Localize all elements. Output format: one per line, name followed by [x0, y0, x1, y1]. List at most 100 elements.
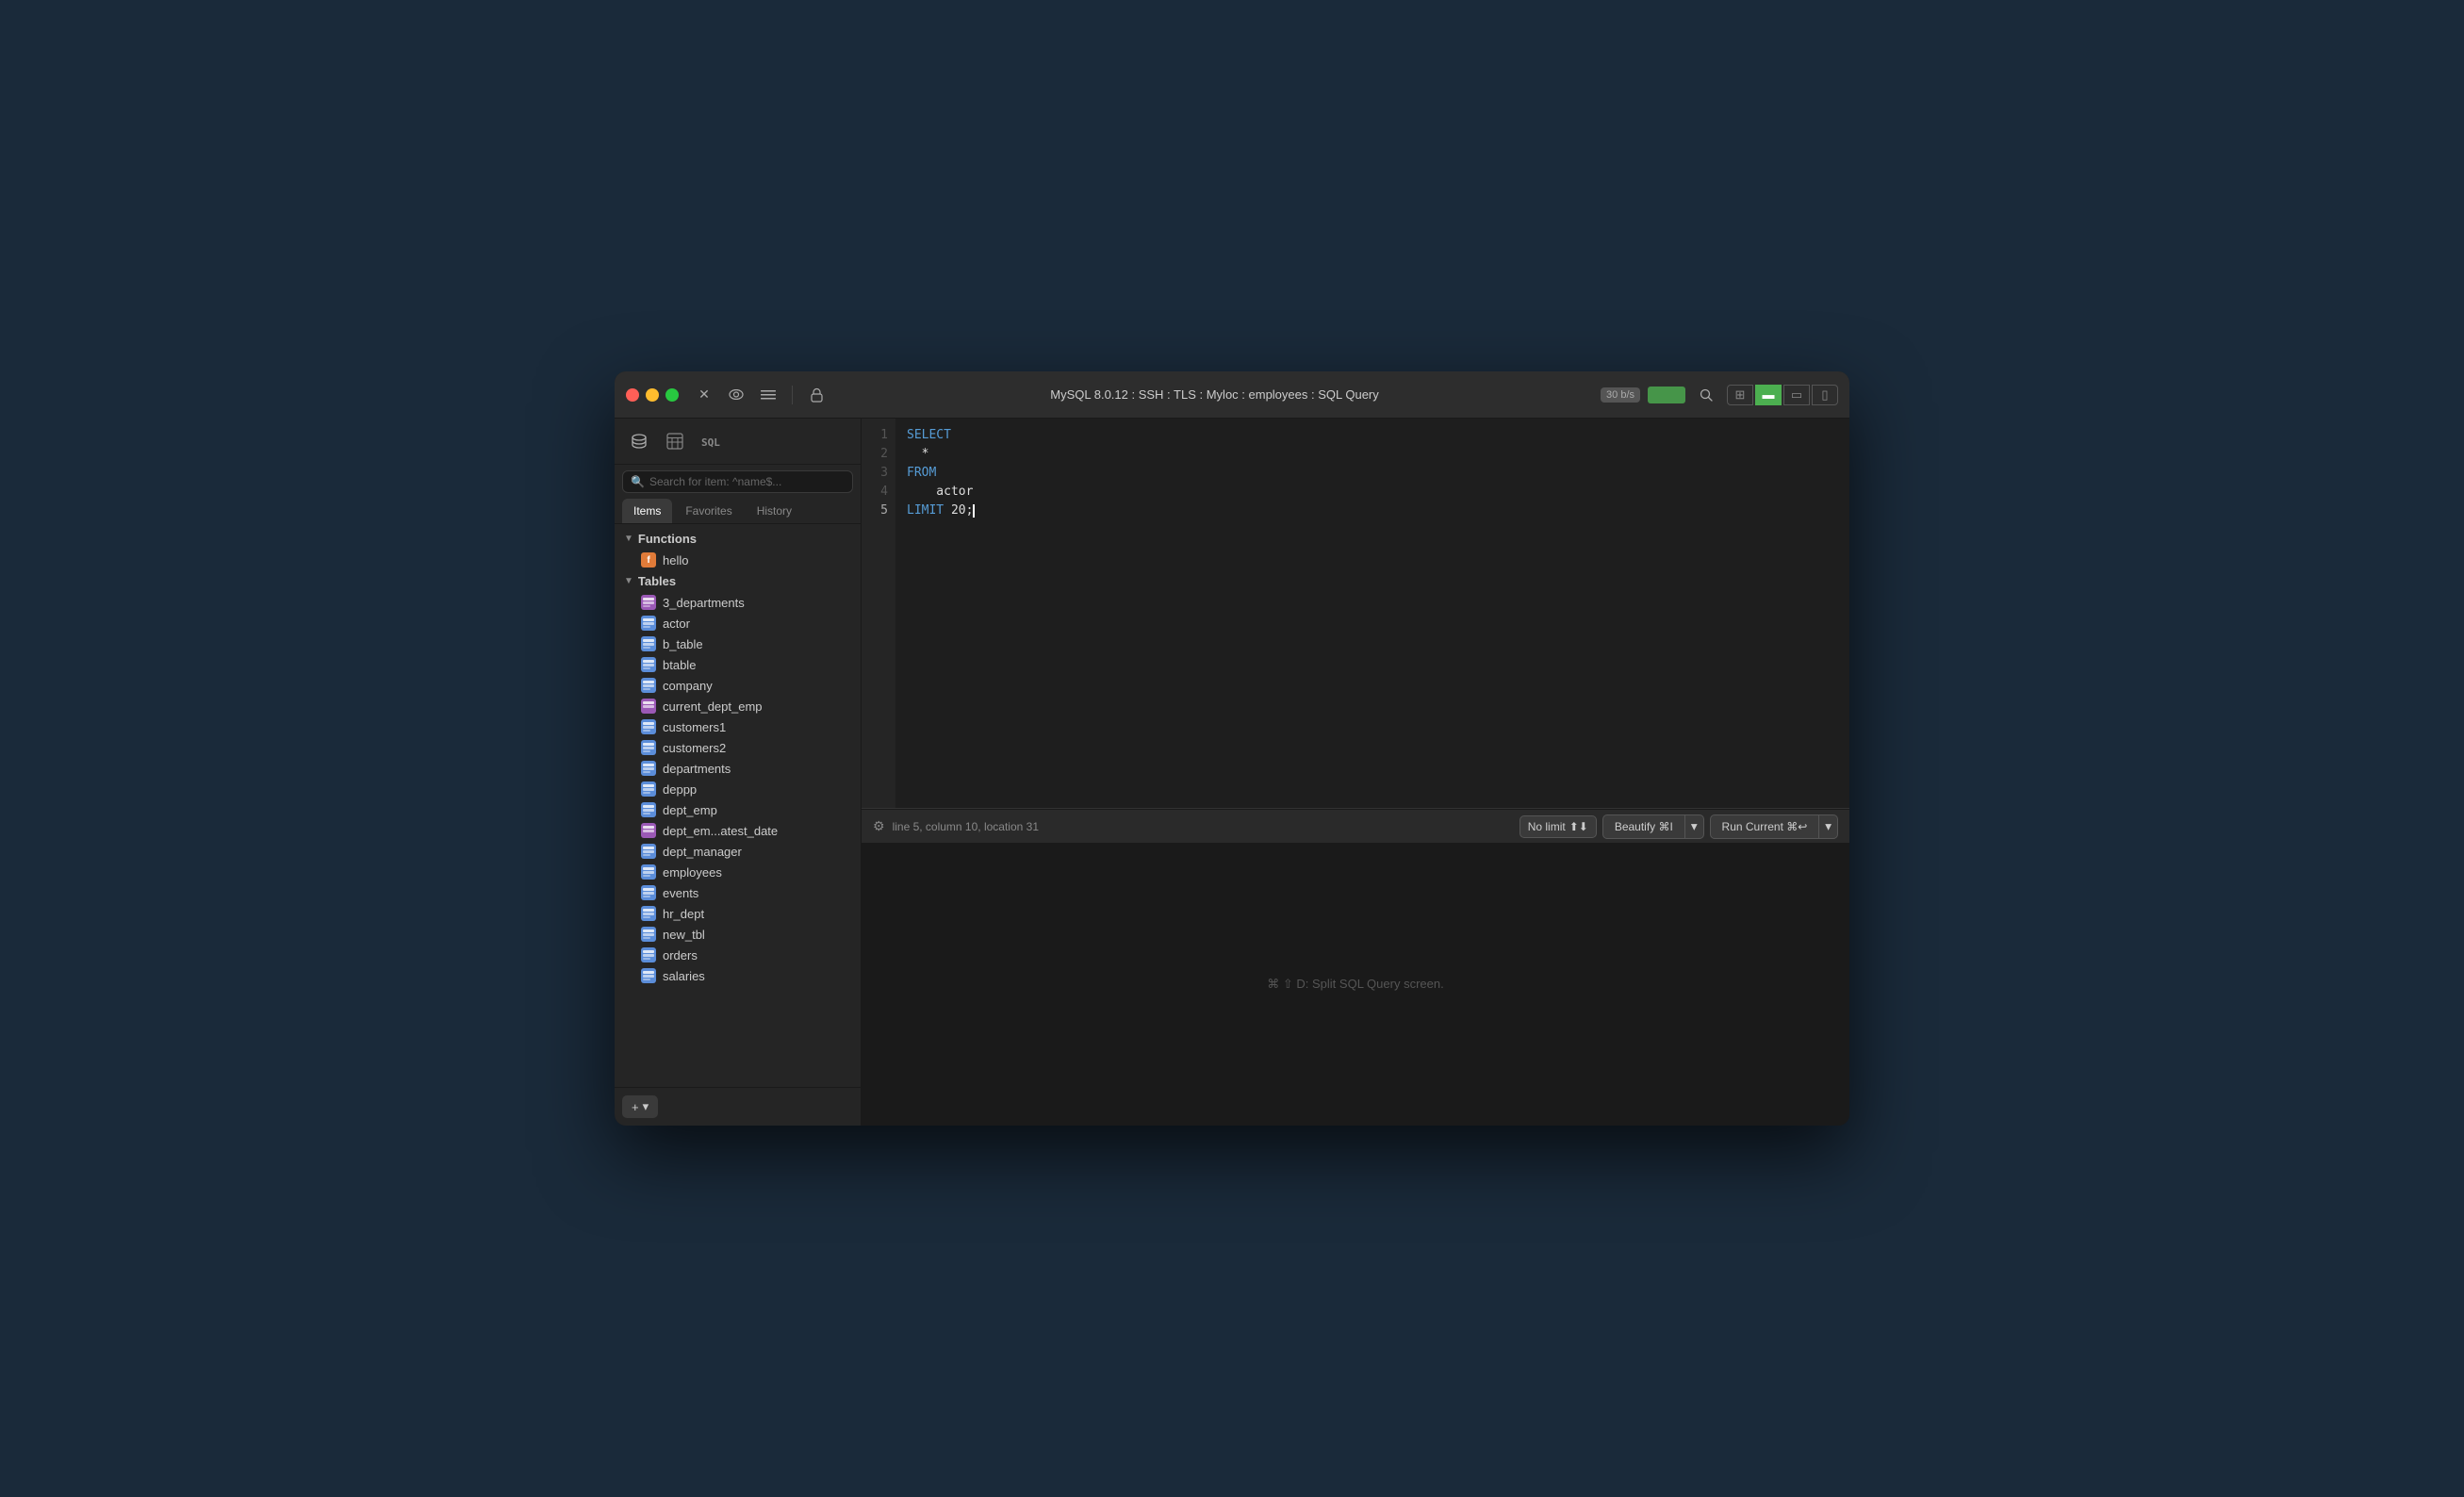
- line-number: 1: [880, 426, 888, 445]
- line-number: 2: [880, 445, 888, 464]
- list-item[interactable]: dept_manager: [615, 841, 861, 862]
- lock-icon-button[interactable]: [804, 383, 829, 407]
- sidebar-db-icon[interactable]: [624, 426, 654, 456]
- panel-view-button[interactable]: ▯: [1812, 385, 1838, 405]
- maximize-button[interactable]: [665, 388, 679, 402]
- list-item[interactable]: actor: [615, 613, 861, 633]
- no-limit-dropdown[interactable]: No limit ⬆⬇: [1519, 815, 1597, 838]
- list-item[interactable]: new_tbl: [615, 924, 861, 945]
- tables-section-header[interactable]: ▼ Tables: [615, 570, 861, 592]
- list-item[interactable]: departments: [615, 758, 861, 779]
- add-item-button[interactable]: + ▾: [622, 1095, 658, 1118]
- editor-top: 1 2 3 4 5 SELECT * FROM: [862, 419, 1849, 809]
- table-name: dept_emp: [663, 803, 717, 817]
- table-icon-grid: [641, 968, 656, 983]
- table-icon-grid: [641, 740, 656, 755]
- split-hint-text: ⌘ ⇧ D: Split SQL Query screen.: [1267, 977, 1443, 992]
- grid-view-button[interactable]: ⊞: [1727, 385, 1753, 405]
- functions-label: Functions: [638, 532, 697, 546]
- list-item[interactable]: customers1: [615, 716, 861, 737]
- table-icon-grid: [641, 781, 656, 797]
- list-item[interactable]: dept_emp: [615, 799, 861, 820]
- list-item[interactable]: employees: [615, 862, 861, 882]
- line-number: 4: [880, 483, 888, 502]
- split-view-button[interactable]: ▬: [1755, 385, 1782, 405]
- eye-icon-button[interactable]: [724, 383, 748, 407]
- app-window: ✕ MySQL 8.0.12 : SSH : TLS : Myloc : emp…: [615, 371, 1849, 1126]
- table-name: btable: [663, 658, 696, 672]
- beautify-button[interactable]: Beautify ⌘I: [1602, 814, 1685, 839]
- list-item[interactable]: company: [615, 675, 861, 696]
- list-item[interactable]: dept_em...atest_date: [615, 820, 861, 841]
- list-item[interactable]: f hello: [615, 550, 861, 570]
- line-number: 3: [880, 464, 888, 483]
- view-toggle-group: ⊞ ▬ ▭ ▯: [1727, 385, 1838, 405]
- table-icon-grid: [641, 885, 656, 900]
- table-icon-grid: [641, 616, 656, 631]
- table-name: 3_departments: [663, 596, 745, 610]
- functions-section-header[interactable]: ▼ Functions: [615, 528, 861, 550]
- code-editor[interactable]: SELECT * FROM actor LIMIT 20;: [895, 419, 1849, 808]
- minimize-button[interactable]: [646, 388, 659, 402]
- list-icon-button[interactable]: [756, 383, 780, 407]
- table-icon-grid: [641, 864, 656, 880]
- list-item[interactable]: btable: [615, 654, 861, 675]
- table-icon-grid: [641, 947, 656, 962]
- code-line-4: actor: [907, 483, 1838, 502]
- code-line-1: SELECT: [907, 426, 1838, 445]
- traffic-lights: [626, 388, 679, 402]
- cursor: [973, 504, 975, 518]
- sidebar-sql-icon[interactable]: SQL: [696, 426, 726, 456]
- table-icon-grid: [641, 761, 656, 776]
- search-button[interactable]: [1693, 382, 1719, 408]
- search-bar: 🔍: [622, 470, 853, 493]
- tab-items[interactable]: Items: [622, 499, 672, 523]
- table-icon-grid: [641, 719, 656, 734]
- table-name: events: [663, 886, 698, 900]
- stop-icon-button[interactable]: ✕: [692, 383, 716, 407]
- list-item[interactable]: orders: [615, 945, 861, 965]
- search-input[interactable]: [649, 475, 845, 488]
- svg-text:SQL: SQL: [701, 436, 720, 449]
- sidebar-bottom: + ▾: [615, 1087, 861, 1126]
- full-view-button[interactable]: ▭: [1783, 385, 1810, 405]
- table-icon-purple: [641, 823, 656, 838]
- table-name: salaries: [663, 969, 705, 983]
- sidebar: SQL 🔍 Items Favorites History ▼ Function…: [615, 419, 862, 1126]
- sidebar-top-icons: SQL: [615, 419, 861, 465]
- code-line-2: *: [907, 445, 1838, 464]
- tab-history[interactable]: History: [746, 499, 803, 523]
- table-name: company: [663, 679, 713, 693]
- table-name: current_dept_emp: [663, 699, 763, 714]
- titlebar: ✕ MySQL 8.0.12 : SSH : TLS : Myloc : emp…: [615, 371, 1849, 419]
- table-icon-grid: [641, 678, 656, 693]
- beautify-group: Beautify ⌘I ▾: [1602, 814, 1704, 839]
- run-current-button[interactable]: Run Current ⌘↩: [1710, 814, 1820, 839]
- status-controls: No limit ⬆⬇ Beautify ⌘I ▾ Run Current ⌘↩…: [1519, 814, 1838, 839]
- table-name: orders: [663, 948, 698, 962]
- search-icon: 🔍: [631, 475, 645, 488]
- gear-icon[interactable]: ⚙: [873, 818, 885, 834]
- tab-favorites[interactable]: Favorites: [674, 499, 743, 523]
- list-item[interactable]: hr_dept: [615, 903, 861, 924]
- list-item[interactable]: b_table: [615, 633, 861, 654]
- function-icon: f: [641, 552, 656, 568]
- table-icon-grid: [641, 636, 656, 651]
- list-item[interactable]: current_dept_emp: [615, 696, 861, 716]
- table-name: departments: [663, 762, 731, 776]
- table-name: actor: [663, 617, 690, 631]
- function-name: hello: [663, 553, 688, 568]
- list-item[interactable]: salaries: [615, 965, 861, 986]
- close-button[interactable]: [626, 388, 639, 402]
- list-item[interactable]: customers2: [615, 737, 861, 758]
- main-layout: SQL 🔍 Items Favorites History ▼ Function…: [615, 419, 1849, 1126]
- table-icon-grid: [641, 927, 656, 942]
- list-item[interactable]: 3_departments: [615, 592, 861, 613]
- sidebar-table-icon[interactable]: [660, 426, 690, 456]
- list-item[interactable]: deppp: [615, 779, 861, 799]
- run-dropdown[interactable]: ▾: [1819, 814, 1838, 839]
- beautify-dropdown[interactable]: ▾: [1685, 814, 1704, 839]
- table-icon-grid: [641, 844, 656, 859]
- table-icon-grid: [641, 906, 656, 921]
- list-item[interactable]: events: [615, 882, 861, 903]
